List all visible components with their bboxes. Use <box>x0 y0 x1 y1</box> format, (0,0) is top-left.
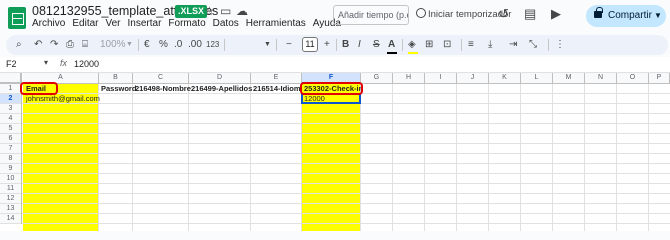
row-header-8[interactable]: 8 <box>0 154 22 164</box>
column-header-j[interactable]: J <box>457 73 489 84</box>
menu-editar[interactable]: Editar <box>72 18 98 29</box>
menu-ver[interactable]: Ver <box>105 18 120 29</box>
cell-a2[interactable]: johnsmith@gmail.com <box>24 94 100 104</box>
row-header-7[interactable]: 7 <box>0 144 22 154</box>
row-header-5[interactable]: 5 <box>0 124 22 134</box>
horizontal-align-icon[interactable]: ≡ <box>468 38 474 52</box>
text-color-swatch <box>387 52 397 54</box>
cell-e1[interactable]: 216514-Idioma <box>251 84 302 94</box>
column-header-p[interactable]: P <box>649 73 670 84</box>
row-header-13[interactable]: 13 <box>0 204 22 214</box>
row-header-4[interactable]: 4 <box>0 114 22 124</box>
toolbar: ⌕ ↶ ↷ ⎙ ⌸ 100% ▼ € % .0 .00 123 ▼ − 11 +… <box>6 35 668 55</box>
column-header-b[interactable]: B <box>99 73 133 84</box>
fill-color-swatch <box>408 52 418 54</box>
undo-icon[interactable]: ↶ <box>34 38 42 52</box>
more-options-icon[interactable]: ⋮ <box>555 38 565 52</box>
select-all-corner[interactable] <box>0 73 22 84</box>
add-time-input[interactable]: Añadir tiempo (p.ej., 1 <box>333 5 409 25</box>
fx-icon: fx <box>60 58 68 68</box>
row-header-10[interactable]: 10 <box>0 174 22 184</box>
row-header-3[interactable]: 3 <box>0 104 22 114</box>
text-color-button[interactable]: A <box>388 38 395 52</box>
file-type-badge: .XLSX <box>175 5 208 18</box>
column-header-d[interactable]: D <box>189 73 251 84</box>
row-header-2[interactable]: 2 <box>0 94 22 104</box>
menu-bar: Archivo Editar Ver Insertar Formato Dato… <box>32 18 341 29</box>
bold-button[interactable]: B <box>342 38 349 52</box>
column-header-l[interactable]: L <box>521 73 553 84</box>
decrease-decimals-button[interactable]: .0 <box>174 38 182 52</box>
column-header-m[interactable]: M <box>553 73 585 84</box>
column-header-k[interactable]: K <box>489 73 521 84</box>
menu-datos[interactable]: Datos <box>213 18 239 29</box>
lock-icon <box>594 7 603 18</box>
print-icon[interactable]: ⎙ <box>66 38 74 52</box>
name-box-chevron-icon[interactable]: ▾ <box>44 58 48 67</box>
menu-archivo[interactable]: Archivo <box>32 18 65 29</box>
percent-format-button[interactable]: % <box>159 38 168 52</box>
row-header-1[interactable]: 1 <box>0 84 22 94</box>
menu-insertar[interactable]: Insertar <box>128 18 162 29</box>
italic-button[interactable]: I <box>358 38 361 52</box>
cell-b1[interactable]: Password <box>99 84 136 94</box>
menu-herramientas[interactable]: Herramientas <box>246 18 306 29</box>
share-button[interactable]: Compartir ▼ <box>586 5 666 27</box>
row-header-14[interactable]: 14 <box>0 214 22 224</box>
row-header-12[interactable]: 12 <box>0 194 22 204</box>
cell-c1[interactable]: 216498-Nombre <box>133 84 191 94</box>
annotation-box-checkin <box>300 82 363 95</box>
column-a-highlight <box>23 84 98 231</box>
star-icon[interactable]: ☆ <box>204 4 215 18</box>
borders-icon[interactable]: ⊞ <box>425 38 433 52</box>
strikethrough-button[interactable]: S <box>373 38 380 52</box>
formula-bar: F2 ▾ fx 12000 <box>0 57 670 73</box>
fill-color-icon[interactable]: ◈ <box>408 38 416 52</box>
name-box[interactable]: F2 <box>6 59 17 69</box>
zoom-chevron-icon[interactable]: ▼ <box>126 38 133 52</box>
paint-format-icon[interactable]: ⌸ <box>82 38 88 52</box>
cloud-status-icon[interactable]: ☁ <box>236 4 248 18</box>
share-label: Compartir <box>608 10 652 21</box>
sheets-logo-icon[interactable] <box>8 7 26 29</box>
row-header-9[interactable]: 9 <box>0 164 22 174</box>
text-wrap-icon[interactable]: ⇥ <box>509 38 517 52</box>
column-header-i[interactable]: I <box>425 73 457 84</box>
comments-icon[interactable]: ▤ <box>524 6 536 22</box>
column-header-c[interactable]: C <box>133 73 189 84</box>
increase-decimals-button[interactable]: .00 <box>188 38 202 52</box>
currency-format-button[interactable]: € <box>144 38 150 52</box>
redo-icon[interactable]: ↷ <box>50 38 58 52</box>
annotation-box-email <box>20 82 58 95</box>
cell-d1[interactable]: 216499-Apellidos <box>189 84 252 94</box>
merge-cells-icon[interactable]: ⊡ <box>443 38 451 52</box>
text-rotation-icon[interactable]: ⤡ <box>529 38 537 52</box>
history-icon[interactable]: ↺ <box>498 6 509 22</box>
more-formats-button[interactable]: 123 <box>206 38 219 52</box>
column-header-n[interactable]: N <box>585 73 617 84</box>
formula-input[interactable]: 12000 <box>74 59 99 69</box>
column-header-h[interactable]: H <box>393 73 425 84</box>
title-bar: 0812132955_template_attendees .XLSX ☆ ▭ … <box>0 0 670 34</box>
row-header-11[interactable]: 11 <box>0 184 22 194</box>
font-chevron-icon[interactable]: ▼ <box>264 38 271 52</box>
font-size-increase-button[interactable]: + <box>324 38 330 52</box>
font-size-decrease-button[interactable]: − <box>286 38 292 52</box>
chevron-down-icon[interactable]: ▼ <box>654 5 662 27</box>
row-header-6[interactable]: 6 <box>0 134 22 144</box>
column-header-o[interactable]: O <box>617 73 649 84</box>
zoom-select[interactable]: 100% <box>100 38 126 52</box>
vertical-align-icon[interactable]: ⤓ <box>488 38 492 52</box>
timer-icon[interactable] <box>416 8 426 18</box>
column-f-highlight <box>302 84 360 231</box>
move-folder-icon[interactable]: ▭ <box>220 4 231 18</box>
menu-formato[interactable]: Formato <box>168 18 205 29</box>
column-header-e[interactable]: E <box>251 73 302 84</box>
meet-icon[interactable]: ▶ <box>551 6 561 22</box>
spreadsheet-grid[interactable]: A B C D E F G H I J K L M N O P 1 2 3 4 … <box>0 73 670 231</box>
search-icon[interactable]: ⌕ <box>16 38 22 52</box>
font-size-input[interactable]: 11 <box>302 37 318 52</box>
column-header-g[interactable]: G <box>361 73 393 84</box>
